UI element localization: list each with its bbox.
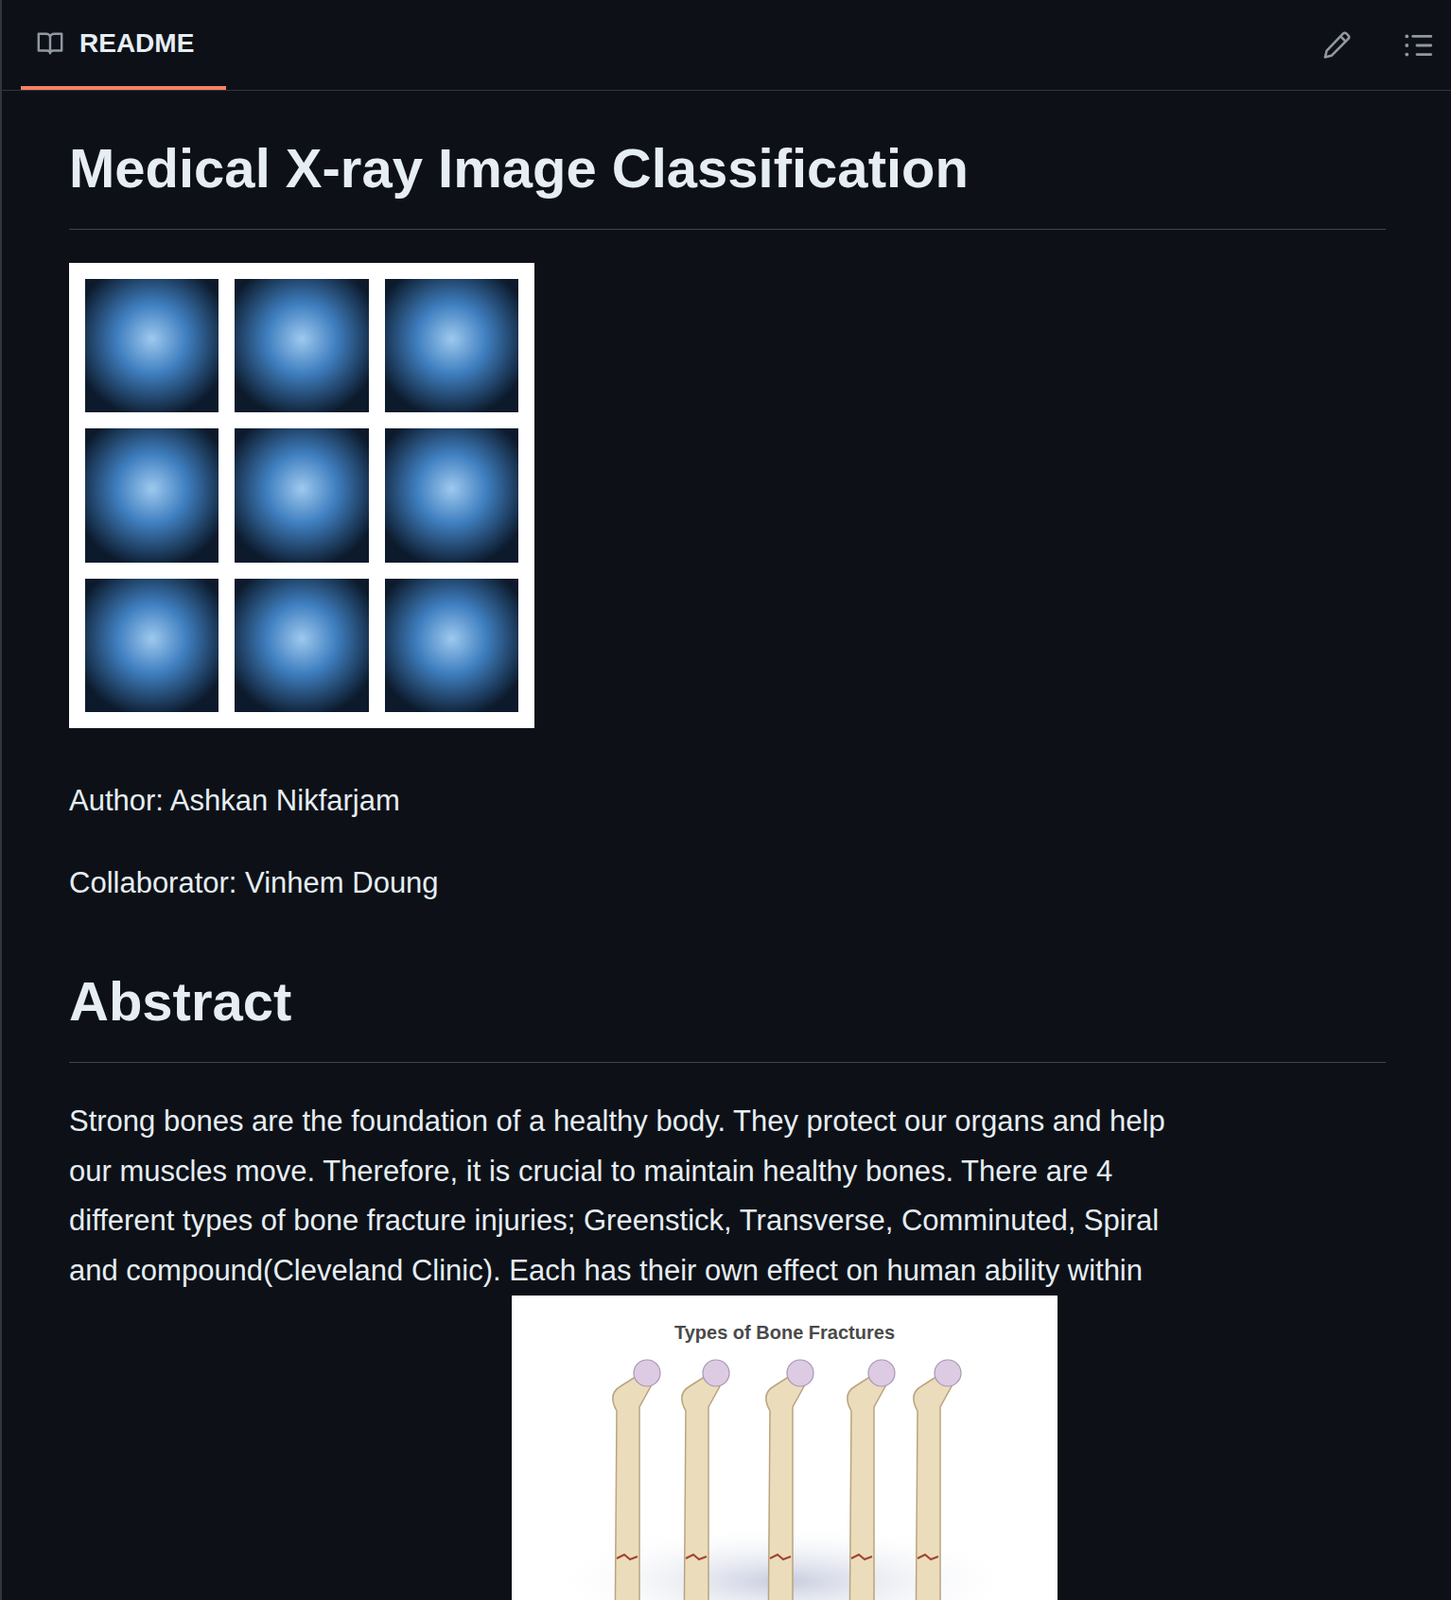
readme-panel: README Medical X-ray Image Classification… [0, 0, 1451, 1600]
bone-icon [766, 1360, 814, 1600]
section: Abstract Strong bones are the foundation … [69, 967, 1386, 1296]
pencil-icon[interactable] [1320, 29, 1353, 62]
readme-header: README [1, 0, 1451, 91]
page-title: Medical X-ray Image Classification [69, 134, 1386, 230]
xray-tile [234, 428, 368, 562]
tab-label: README [79, 28, 194, 59]
paragraph-line: Strong bones are the foundation of a hea… [69, 1097, 1386, 1148]
credit-line: Author: Ashkan Nikfarjam [69, 775, 1386, 826]
bone-icon [681, 1360, 730, 1600]
credit-line: Collaborator: Vinhem Doung [69, 857, 1386, 909]
xray-collage [69, 262, 535, 729]
xray-tile [384, 578, 519, 713]
paragraph-line: and compound(Cleveland Clinic). Each has… [69, 1246, 1386, 1297]
bone-icon [612, 1360, 661, 1600]
outline-list-icon[interactable] [1401, 29, 1434, 62]
fracture-figure: Types of Bone Fractures [511, 1295, 1058, 1600]
xray-tile [384, 279, 519, 413]
paragraph-line: our muscles move. Therefore, it is cruci… [69, 1147, 1386, 1198]
xray-tile [384, 428, 519, 562]
xray-tile [85, 279, 219, 413]
book-icon [35, 29, 65, 58]
bones-illustration [511, 1345, 1058, 1600]
figure-title: Types of Bone Fractures [511, 1320, 1058, 1346]
header-actions [1320, 0, 1451, 90]
xray-tile [234, 578, 368, 713]
section-paragraph: Strong bones are the foundation of a hea… [69, 1097, 1386, 1296]
readme-article: Medical X-ray Image Classification Author… [1, 134, 1451, 1600]
xray-tile [85, 428, 219, 562]
paragraph-line: different types of bone fracture injurie… [69, 1196, 1386, 1247]
xray-tile [234, 279, 368, 413]
section-heading: Abstract [69, 967, 1386, 1064]
readme-tab[interactable]: README [20, 0, 227, 90]
xray-tile [85, 578, 219, 713]
bone-icon [847, 1360, 895, 1600]
bone-icon [913, 1360, 962, 1600]
